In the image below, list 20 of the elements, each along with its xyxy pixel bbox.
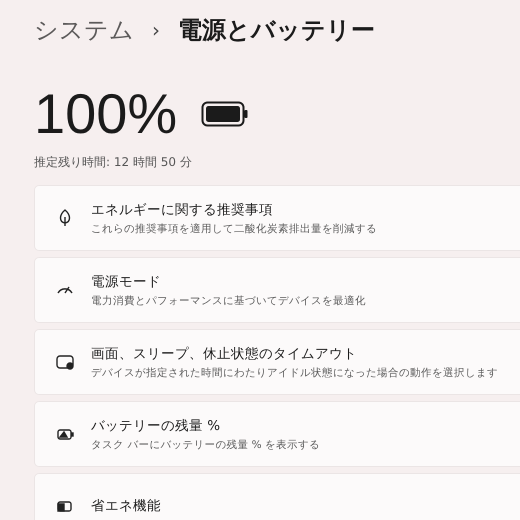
- page-title: 電源とバッテリー: [178, 15, 375, 46]
- setting-title: 省エネ機能: [91, 497, 161, 515]
- setting-title: エネルギーに関する推奨事項: [91, 200, 274, 218]
- battery-percentage: 100%: [34, 86, 178, 142]
- setting-description: デバイスが指定された時間にわたりアイドル状態になった場合の動作を選択します: [91, 366, 498, 380]
- setting-description: これらの推奨事項を適用して二酸化炭素排出量を削減する: [91, 222, 377, 236]
- remaining-time: 推定残り時間: 12 時間 50 分: [34, 154, 193, 171]
- breadcrumb-separator: ›: [152, 18, 160, 42]
- setting-title: 画面、スリープ、休止状態のタイムアウト: [91, 344, 358, 362]
- breadcrumb-link[interactable]: システム: [34, 14, 134, 46]
- settings-card[interactable]: エネルギーに関する推奨事項 これらの推奨事項を適用して二酸化炭素排出量を削減する: [34, 185, 520, 251]
- setting-description: 電力消費とパフォーマンスに基づいてデバイスを最適化: [91, 294, 366, 308]
- settings-card[interactable]: 画面、スリープ、休止状態のタイムアウト デバイスが指定された時間にわたりアイドル状態になった場合の動作を選択します: [34, 329, 520, 395]
- battery-icon: [201, 100, 250, 128]
- setting-description: タスク バーにバッテリーの残量 % を表示する: [91, 438, 320, 452]
- setting-title: 電源モード: [91, 272, 162, 290]
- settings-card[interactable]: 省エネ機能: [34, 473, 520, 520]
- settings-card[interactable]: バッテリーの残量 % タスク バーにバッテリーの残量 % を表示する: [34, 401, 520, 467]
- settings-card[interactable]: 電源モード 電力消費とパフォーマンスに基づいてデバイスを最適化: [34, 257, 520, 323]
- setting-title: バッテリーの残量 %: [91, 416, 222, 434]
